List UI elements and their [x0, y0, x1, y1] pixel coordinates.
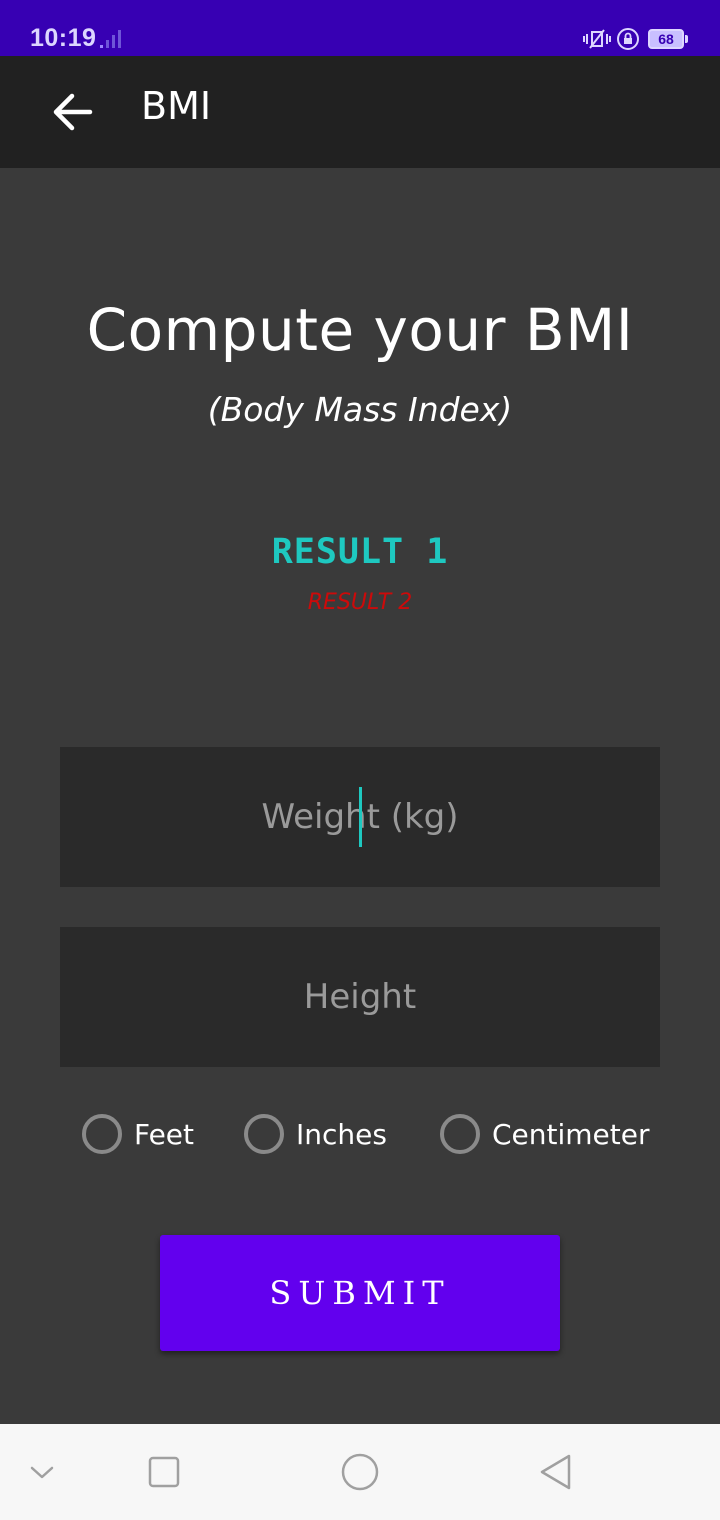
height-input[interactable]	[60, 927, 660, 1067]
signal-icon	[100, 30, 121, 48]
rotation-lock-icon	[617, 28, 639, 50]
arrow-back-icon	[53, 93, 93, 131]
battery-icon: 68	[648, 29, 688, 49]
result-secondary: RESULT 2	[307, 590, 413, 615]
radio-centimeter[interactable]: Centimeter	[440, 1112, 650, 1156]
status-time: 10:19	[30, 24, 97, 52]
radio-label-feet: Feet	[134, 1117, 195, 1151]
battery-level: 68	[648, 29, 684, 49]
headline: Compute your BMI	[86, 296, 634, 364]
radio-circle-icon[interactable]	[440, 1114, 480, 1154]
back-button[interactable]	[42, 82, 102, 142]
radio-feet[interactable]: Feet	[82, 1112, 194, 1156]
system-nav-bar	[0, 1424, 720, 1520]
subheadline: (Body Mass Index)	[207, 390, 513, 429]
result-primary: RESULT 1	[271, 532, 449, 572]
text-cursor	[359, 787, 362, 847]
page-title: BMI	[141, 84, 212, 128]
recents-icon[interactable]	[144, 1452, 184, 1492]
submit-button[interactable]: SUBMIT	[160, 1235, 560, 1351]
chevron-down-icon[interactable]	[22, 1452, 62, 1492]
back-icon[interactable]	[536, 1452, 576, 1492]
radio-circle-icon[interactable]	[244, 1114, 284, 1154]
vibrate-icon	[583, 29, 611, 49]
app-bar: BMI	[0, 56, 720, 168]
radio-inches[interactable]: Inches	[244, 1112, 387, 1156]
radio-label-inches: Inches	[296, 1117, 387, 1151]
radio-label-centimeter: Centimeter	[492, 1117, 650, 1151]
home-icon[interactable]	[340, 1452, 380, 1492]
status-bar: 10:19 68	[0, 0, 720, 56]
radio-circle-icon[interactable]	[82, 1114, 122, 1154]
